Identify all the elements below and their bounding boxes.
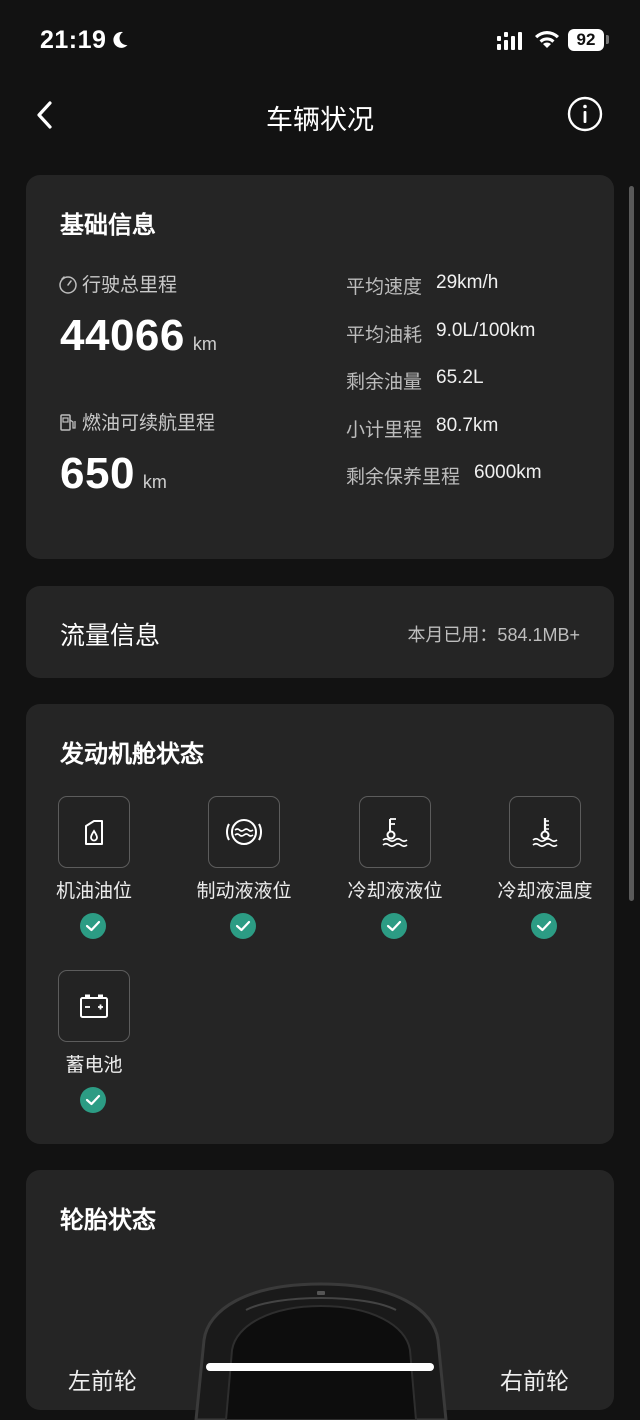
home-indicator[interactable] (206, 1363, 434, 1371)
battery-cap (606, 35, 609, 44)
engine-item-label: 制动液液位 (196, 881, 292, 902)
range-label-text: 燃油可续航里程 (82, 413, 216, 434)
stat-key: 剩余保养里程 (346, 467, 461, 488)
check-badge-icon (381, 913, 407, 939)
basic-info-title: 基础信息 (60, 212, 156, 239)
status-time: 21:19 (40, 26, 107, 54)
nav-bar: 车辆状况 (0, 80, 640, 150)
wifi-icon (535, 31, 559, 48)
moon-icon (113, 31, 128, 48)
engine-item-label: 冷却液液位 (347, 881, 443, 902)
stat-key: 平均速度 (346, 277, 423, 298)
engine-item-icon-box (208, 796, 280, 868)
check-badge-icon (80, 1087, 106, 1113)
stat-row: 平均油耗 9.0L/100km (346, 320, 535, 347)
info-icon[interactable] (567, 96, 603, 132)
stat-key: 小计里程 (346, 420, 423, 441)
check-badge-icon (80, 913, 106, 939)
stat-value: 80.7km (436, 415, 499, 436)
range-unit: km (142, 472, 167, 492)
data-traffic-card[interactable]: 流量信息 本月已用：584.1MB+ (26, 586, 614, 678)
stat-key: 平均油耗 (346, 325, 423, 346)
data-used-text: 本月已用：584.1MB+ (407, 625, 580, 645)
stat-row: 剩余油量 65.2L (346, 367, 484, 394)
stat-value: 65.2L (436, 367, 484, 388)
total-mileage-unit: km (192, 334, 217, 354)
engine-item-label: 蓄电池 (65, 1055, 123, 1076)
total-mileage-label-text: 行驶总里程 (82, 275, 178, 296)
fuel-pump-icon (60, 413, 76, 431)
page-title: 车辆状况 (266, 105, 374, 135)
stat-value: 29km/h (436, 272, 499, 293)
engine-item-label: 冷却液温度 (497, 881, 593, 902)
stat-row: 剩余保养里程 6000km (346, 462, 542, 489)
cellular-signal-icon (497, 32, 522, 50)
oil-can-icon (85, 820, 103, 845)
tire-status-card: 轮胎状态 左前轮 右前轮 (26, 1170, 614, 1420)
engine-item-icon-box (509, 796, 581, 868)
stat-key: 剩余油量 (346, 372, 423, 393)
battery-level: 92 (568, 29, 604, 51)
engine-status-title: 发动机舱状态 (60, 741, 204, 768)
tire-front-left-label: 左前轮 (68, 1368, 137, 1394)
total-mileage-value: 44066 km (60, 311, 217, 361)
scrollbar[interactable] (629, 186, 634, 901)
car-top-view-image (194, 1282, 448, 1420)
engine-item-icon-box (58, 796, 130, 868)
battery-icon (80, 994, 108, 1018)
engine-status-card: 发动机舱状态 机油油位 制动液液位 冷却液液位 冷却液温度 蓄电池 (26, 704, 614, 1144)
total-mileage-number: 44066 (60, 311, 185, 360)
tire-status-title: 轮胎状态 (60, 1207, 156, 1234)
engine-item-label: 机油油位 (55, 881, 132, 902)
stat-row: 小计里程 80.7km (346, 415, 498, 442)
coolant-temp-icon (532, 818, 558, 848)
data-traffic-title: 流量信息 (60, 622, 161, 650)
stat-row: 平均速度 29km/h (346, 272, 498, 299)
range-label: 燃油可续航里程 (58, 408, 215, 435)
check-badge-icon (531, 913, 557, 939)
status-bar: 21:19 92 (0, 0, 640, 80)
basic-info-card: 基础信息 行驶总里程 44066 km 燃油可续航里程 650 km 平均速度 29… (26, 175, 614, 559)
check-badge-icon (230, 913, 256, 939)
stat-value: 9.0L/100km (436, 320, 536, 341)
timer-icon (59, 275, 77, 294)
engine-item-icon-box (58, 970, 130, 1042)
engine-item-icon-box (359, 796, 431, 868)
range-value: 650 km (60, 449, 167, 499)
range-number: 650 (60, 449, 135, 498)
stat-value: 6000km (474, 462, 542, 483)
total-mileage-label: 行驶总里程 (58, 270, 177, 297)
tire-front-right-label: 右前轮 (500, 1368, 569, 1394)
coolant-level-icon (382, 818, 408, 848)
brake-fluid-icon (226, 819, 262, 845)
